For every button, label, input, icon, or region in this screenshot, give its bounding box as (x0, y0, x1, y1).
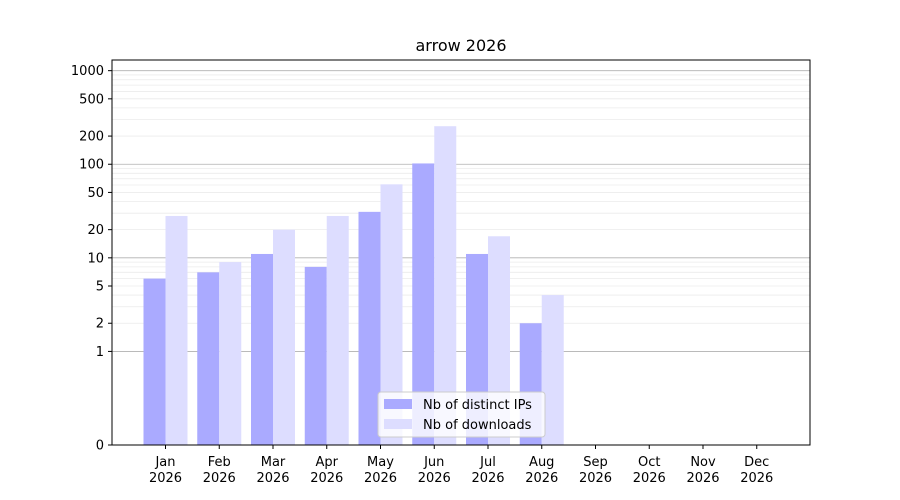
x-tick-label-month: Nov (690, 455, 716, 470)
y-tick-label: 100 (79, 158, 104, 173)
chart: 01251020501002005001000 Jan2026Feb2026Ma… (0, 0, 900, 500)
bar-distinct-ips (251, 253, 273, 445)
x-tick-label-month: Sep (583, 455, 608, 470)
x-tick-label-year: 2026 (310, 471, 343, 486)
x-tick-label-year: 2026 (364, 471, 397, 486)
x-tick-label-month: Jan (154, 455, 175, 470)
legend: Nb of distinct IPs Nb of downloads (377, 391, 546, 438)
y-tick-label: 5 (96, 280, 104, 295)
x-tick-label-month: Jun (423, 455, 444, 470)
x-tick-label-year: 2026 (256, 471, 289, 486)
legend-label: Nb of downloads (423, 418, 532, 433)
chart-title: arrow 2026 (415, 36, 506, 55)
x-tick-label-year: 2026 (203, 471, 236, 486)
y-tick-label: 50 (87, 186, 104, 201)
x-tick-label-month: Apr (316, 455, 339, 470)
x-tick-label-year: 2026 (579, 471, 612, 486)
x-tick-label-month: Aug (529, 455, 554, 470)
bar-distinct-ips (304, 266, 327, 445)
y-tick-label: 500 (79, 92, 104, 107)
bar-downloads (273, 229, 295, 445)
x-tick-label-month: May (367, 455, 394, 470)
x-tick-label-year: 2026 (525, 471, 558, 486)
x-tick-label-month: Dec (744, 455, 769, 470)
x-tick-label-year: 2026 (149, 471, 182, 486)
y-tick-label: 200 (79, 130, 104, 145)
bar-distinct-ips (358, 211, 381, 445)
y-tick-label: 1 (96, 345, 104, 360)
x-tick-label-month: Oct (638, 455, 660, 470)
x-tick-label-year: 2026 (418, 471, 451, 486)
bar-distinct-ips (197, 272, 220, 445)
y-tick-label: 20 (87, 223, 104, 238)
x-tick-label-month: Feb (208, 455, 231, 470)
x-tick-label-month: Jul (479, 455, 496, 470)
x-tick-label-year: 2026 (686, 471, 719, 486)
y-tick-label: 0 (96, 439, 104, 454)
y-tick-label: 2 (96, 317, 104, 332)
x-tick-label-month: Mar (261, 455, 286, 470)
y-tick-label: 10 (87, 251, 104, 266)
legend-swatch (384, 419, 412, 429)
y-tick-label: 1000 (71, 64, 104, 79)
legend-swatch (384, 399, 412, 409)
bar-downloads (219, 262, 242, 445)
x-tick-label-year: 2026 (740, 471, 773, 486)
bar-distinct-ips (143, 278, 166, 445)
bar-downloads (326, 215, 349, 445)
bar-downloads (165, 215, 188, 445)
x-tick-label-year: 2026 (633, 471, 666, 486)
legend-label: Nb of distinct IPs (423, 398, 532, 413)
x-tick-label-year: 2026 (471, 471, 504, 486)
